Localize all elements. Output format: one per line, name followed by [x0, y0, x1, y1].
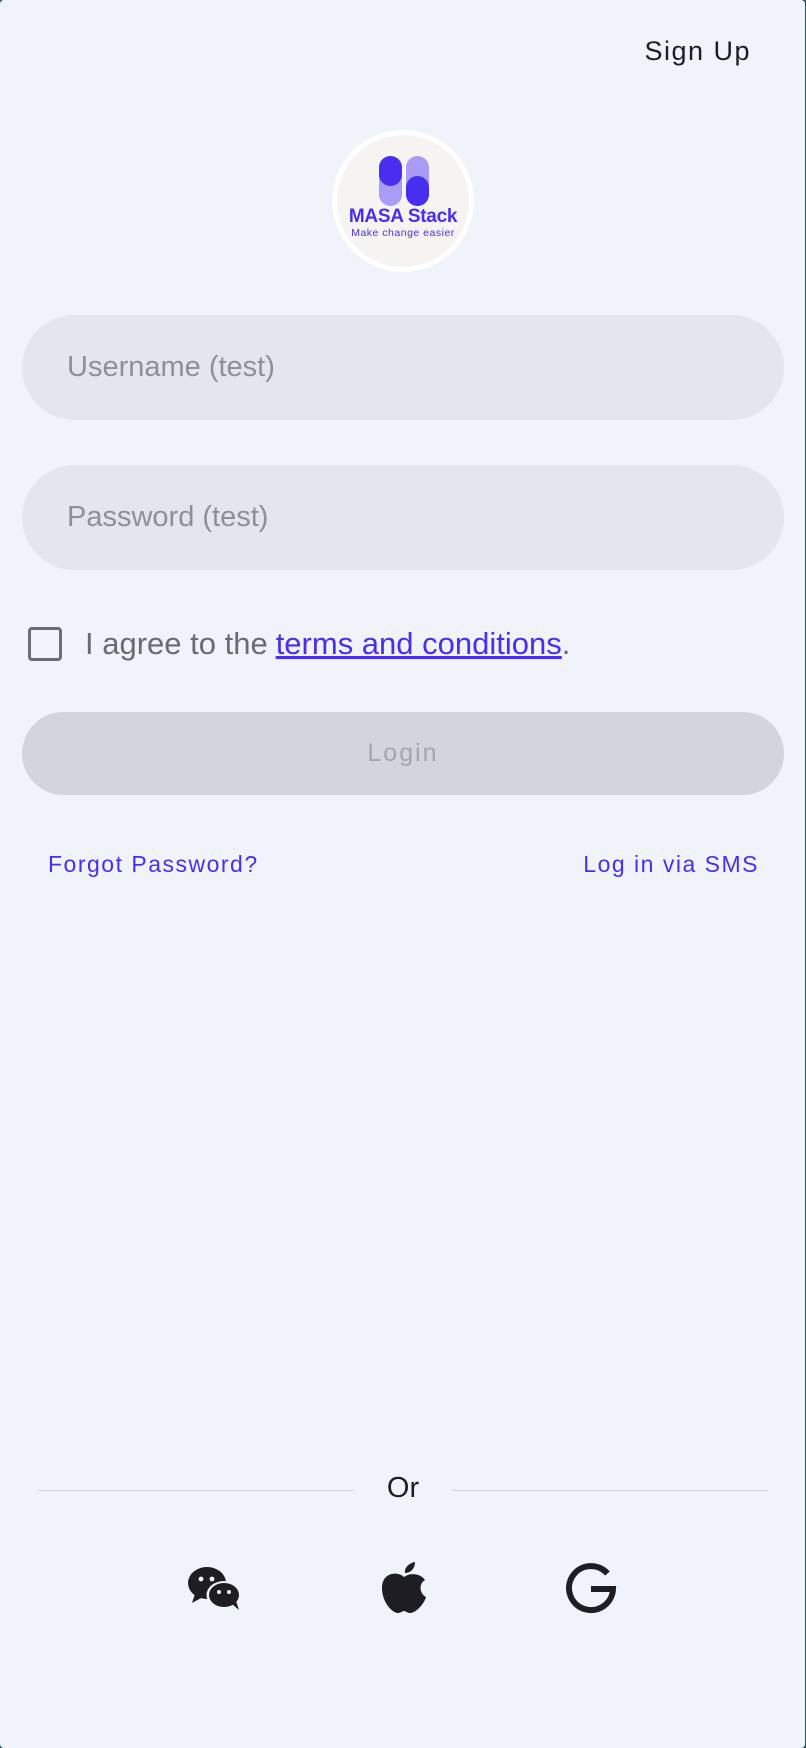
logo-mark-icon — [379, 156, 429, 206]
agree-text: I agree to the — [85, 626, 268, 661]
google-login-button[interactable] — [563, 1560, 619, 1616]
logo-tagline: Make change easier — [351, 227, 455, 239]
wechat-login-button[interactable] — [187, 1560, 243, 1616]
login-button[interactable]: Login — [22, 712, 784, 795]
username-input[interactable] — [22, 315, 784, 420]
divider-or-label: Or — [386, 1472, 420, 1504]
terms-checkbox[interactable] — [28, 627, 62, 661]
logo-name: MASA Stack — [348, 206, 458, 227]
apple-login-button[interactable] — [376, 1560, 432, 1616]
google-icon — [566, 1563, 617, 1614]
login-screen: Sign Up MASA Stack Make change easier I … — [0, 0, 805, 1748]
masa-stack-logo: MASA Stack Make change easier — [337, 135, 469, 267]
sign-up-link[interactable]: Sign Up — [644, 36, 751, 67]
forgot-password-link[interactable]: Forgot Password? — [48, 851, 259, 878]
divider-line-right — [452, 1490, 768, 1491]
agree-period: . — [561, 626, 571, 661]
apple-icon — [382, 1562, 426, 1613]
terms-agreement-row: I agree to the terms and conditions . — [28, 622, 570, 666]
sms-login-link[interactable]: Log in via SMS — [583, 851, 759, 878]
password-input[interactable] — [22, 465, 784, 570]
terms-and-conditions-link[interactable]: terms and conditions — [276, 626, 562, 662]
wechat-icon — [188, 1567, 242, 1610]
divider-line-left — [38, 1490, 354, 1491]
